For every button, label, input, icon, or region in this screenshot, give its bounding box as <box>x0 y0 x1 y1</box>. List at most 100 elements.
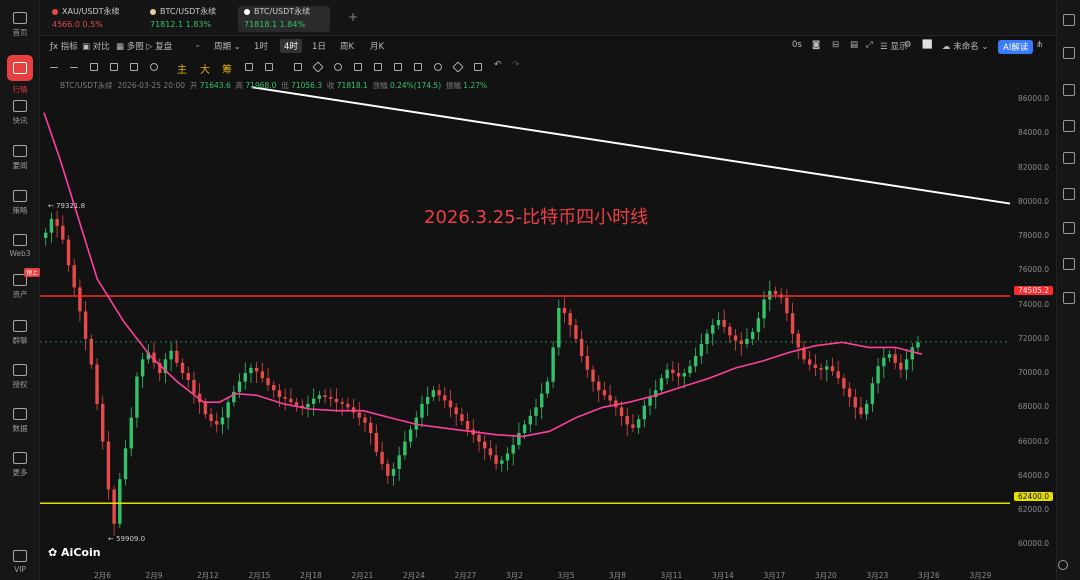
channel-tool-icon[interactable] <box>90 63 98 71</box>
tab-symbol-name: BTC/USDT永续 <box>160 7 217 16</box>
watchlist-icon[interactable] <box>1063 47 1075 59</box>
hline-tool-icon[interactable] <box>70 67 78 75</box>
cursor-tool-icon[interactable] <box>294 63 302 71</box>
nav-item-flash-news[interactable]: 快讯 <box>0 100 40 126</box>
x-tick-label: 3月17 <box>763 571 786 580</box>
bookmark-icon[interactable] <box>1063 292 1075 304</box>
grid-icon[interactable] <box>1063 222 1075 234</box>
main-chart-toggle[interactable]: 主 <box>177 61 187 76</box>
y-tick-label: 78000.0 <box>1018 231 1050 241</box>
candle-body <box>175 350 179 363</box>
settings-icon[interactable] <box>1058 560 1068 570</box>
symbol-tab[interactable]: XAU/USDT永续 4566.0 0.5% <box>46 6 138 32</box>
candle-body <box>66 239 71 266</box>
nav-item-market[interactable]: 行情 <box>0 55 40 95</box>
interval-1mo[interactable]: 月K <box>370 40 384 52</box>
layout-name-button[interactable]: ☁ 未命名 ⌄ <box>942 40 989 52</box>
candle-body <box>699 343 704 356</box>
camera-icon[interactable]: ◙ <box>812 40 820 50</box>
eye-tool-icon[interactable] <box>245 63 253 71</box>
x-tick-label: 3月23 <box>866 571 889 580</box>
rect-tool-icon[interactable] <box>130 63 138 71</box>
price-chart[interactable]: BTC/USDT永续 2026-03-25 20:00 开 71643.6 高 … <box>40 78 1056 580</box>
symbol-tab[interactable]: BTC/USDT永续 71812.1 1.83% <box>144 6 236 32</box>
indicators-button[interactable]: ƒx 指标 <box>50 40 78 52</box>
pencil-tool-icon[interactable] <box>312 61 324 73</box>
image-icon[interactable]: ▤ <box>850 40 858 50</box>
nav-item-vip[interactable]: VIP <box>0 550 40 574</box>
support-price-tag: 62400.0 <box>1014 492 1054 501</box>
nav-item-strategy[interactable]: 策略 <box>0 190 40 216</box>
list-icon[interactable] <box>1063 152 1075 164</box>
orderbook-icon[interactable] <box>1063 84 1075 96</box>
tab-status-dot <box>52 8 58 15</box>
nav-item-chat[interactable]: 群聊 <box>0 320 40 346</box>
candle-body <box>118 479 122 524</box>
candle-body <box>619 407 624 416</box>
redo-icon[interactable]: ↷ <box>512 60 520 70</box>
symbol-tab[interactable]: BTC/USDT永续 71818.1 1.84% <box>238 6 330 32</box>
candle-body <box>454 407 458 415</box>
circle-tool-icon[interactable] <box>150 63 158 71</box>
large-toggle[interactable]: 大 <box>200 61 210 76</box>
filter-tool-icon[interactable] <box>452 61 464 73</box>
replay-button[interactable]: ▷ 复盘 <box>146 40 172 52</box>
clock-icon[interactable] <box>1063 14 1075 26</box>
fib-tool-icon[interactable] <box>110 63 118 71</box>
interval-1d[interactable]: 1日 <box>312 40 326 52</box>
candle-body <box>887 354 892 358</box>
line-tool-icon[interactable] <box>50 67 58 75</box>
link-tool-icon[interactable] <box>414 63 422 71</box>
fullscreen-icon[interactable]: ⤢ <box>866 40 873 50</box>
settings-gear-icon[interactable]: ⚙ <box>904 40 912 50</box>
candle-body <box>220 417 225 425</box>
candle-body <box>739 340 743 344</box>
nav-item-web3[interactable]: Web3 <box>0 234 40 258</box>
candle-body <box>693 355 698 367</box>
text-tool-icon[interactable] <box>265 63 273 71</box>
depth-icon[interactable] <box>1063 188 1075 200</box>
nav-item-home[interactable]: 首页 <box>0 12 40 38</box>
nav-item-more[interactable]: 更多 <box>0 452 40 478</box>
multi-chart-button[interactable]: ▦ 多图 <box>116 40 144 52</box>
ai-interpret-button[interactable]: AI解读 <box>998 40 1034 54</box>
interval-4h[interactable]: 4时 <box>280 39 302 53</box>
nav-label: 首页 <box>12 28 28 37</box>
compare-button[interactable]: ▣ 对比 <box>82 40 110 52</box>
nav-item-news[interactable]: 要闻 <box>0 145 40 171</box>
measure-tool-icon[interactable] <box>374 63 382 71</box>
candle-body <box>853 397 857 408</box>
x-tick-label: 2月18 <box>300 571 322 580</box>
add-tab-button[interactable]: + <box>348 10 358 24</box>
interval-1h[interactable]: 1时 <box>254 40 268 52</box>
candle-body <box>785 297 789 314</box>
magnet-tool-icon[interactable] <box>354 63 362 71</box>
share-icon[interactable]: ⋔ <box>1036 40 1043 50</box>
candle-body <box>374 433 379 452</box>
x-tick-label: 2月12 <box>197 571 219 580</box>
chevron-down-icon[interactable]: ⌄ <box>194 40 201 50</box>
nav-item-assets[interactable]: 领上 资产 <box>0 268 40 300</box>
period-button[interactable]: 周期 ⌄ <box>214 40 241 52</box>
interval-1w[interactable]: 周K <box>340 40 354 52</box>
nav-item-data[interactable]: 数据 <box>0 408 40 434</box>
undo-icon[interactable]: ↶ <box>494 60 502 70</box>
candle-body <box>910 347 914 360</box>
candle-body <box>511 444 515 454</box>
trades-icon[interactable] <box>1063 120 1075 132</box>
news-icon <box>13 145 27 157</box>
maximize-icon[interactable]: ⬜ <box>922 40 933 50</box>
candle-body <box>140 359 145 377</box>
zoom-tool-icon[interactable] <box>334 63 342 71</box>
candle-body <box>397 455 401 469</box>
lock-tool-icon[interactable] <box>394 63 402 71</box>
chips-toggle[interactable]: 筹 <box>222 61 232 76</box>
nav-item-auth[interactable]: 授权 <box>0 364 40 390</box>
delete-tool-icon[interactable] <box>474 63 482 71</box>
refresh-icon[interactable] <box>1063 258 1075 270</box>
ruler-icon[interactable]: ⊟ <box>832 40 839 50</box>
candle-body <box>665 369 669 379</box>
visibility-tool-icon[interactable] <box>434 63 442 71</box>
nav-label: Web3 <box>9 249 31 258</box>
candle-body <box>203 402 208 415</box>
